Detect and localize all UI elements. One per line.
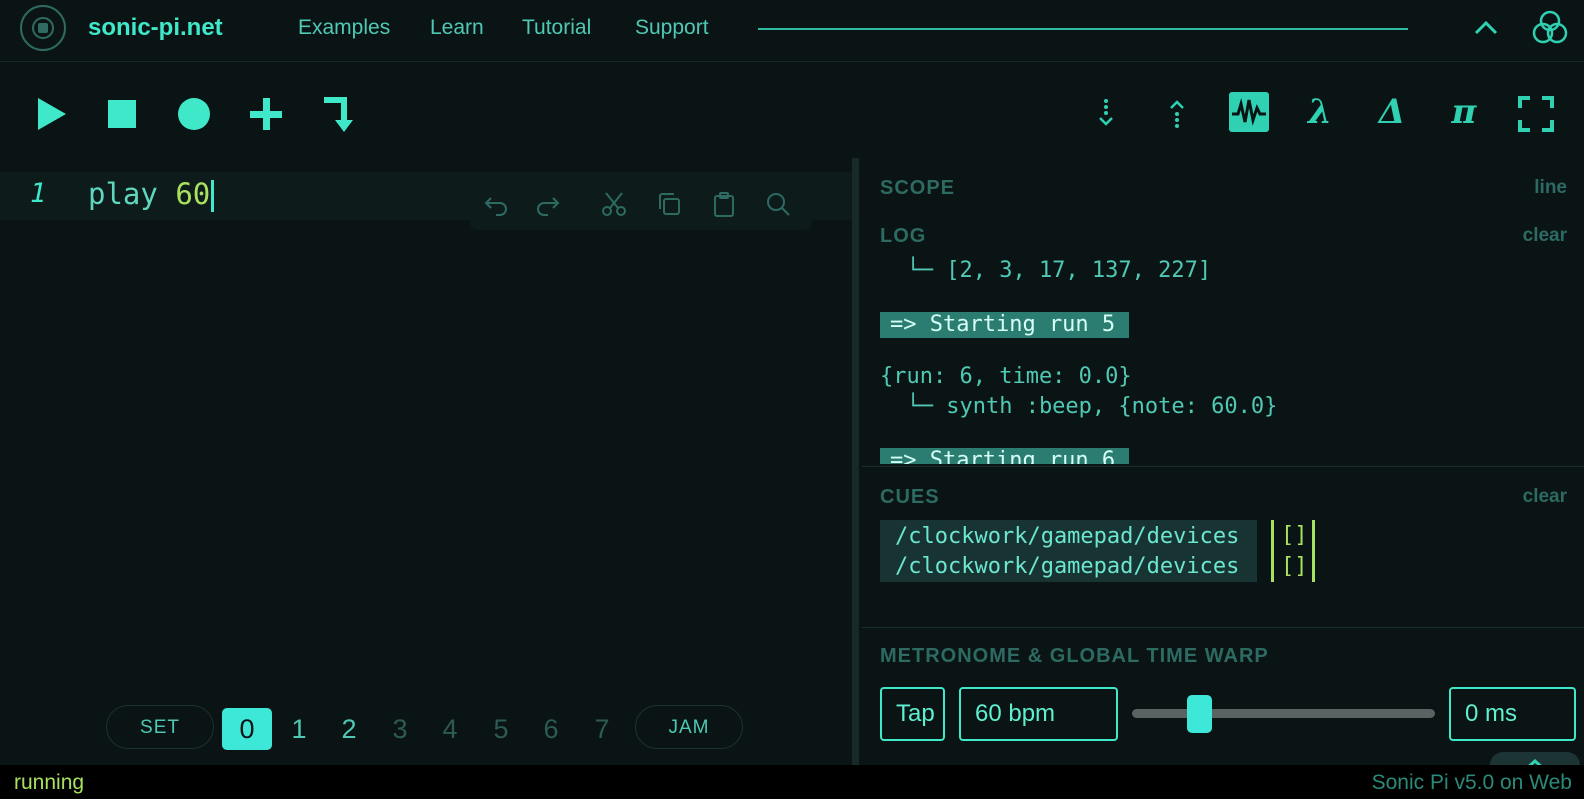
record-icon[interactable] xyxy=(172,92,216,136)
nav-link-tutorial[interactable]: Tutorial xyxy=(522,16,591,40)
time-warp-slider-thumb[interactable] xyxy=(1187,695,1212,733)
top-nav: sonic-pi.net Examples Learn Tutorial Sup… xyxy=(0,0,1584,62)
buffer-tab-1[interactable]: 1 xyxy=(274,708,324,750)
version-label: Sonic Pi v5.0 on Web xyxy=(1371,771,1572,794)
nav-link-learn[interactable]: Learn xyxy=(430,16,484,40)
pi-icon[interactable]: π xyxy=(1442,90,1486,134)
play-icon[interactable] xyxy=(30,92,74,136)
cue-path: /clockwork/gamepad/devices xyxy=(895,554,1240,579)
lambda-icon[interactable]: λ xyxy=(1298,90,1342,134)
dotted-down-icon[interactable] xyxy=(1084,92,1128,136)
bpm-input[interactable]: 60 bpm xyxy=(959,687,1118,741)
fullscreen-icon[interactable] xyxy=(1514,92,1558,136)
set-button[interactable]: SET xyxy=(106,705,214,749)
scope-icon[interactable] xyxy=(1227,90,1271,134)
code-keyword: play xyxy=(88,177,176,211)
search-icon[interactable] xyxy=(764,190,792,218)
text-cursor xyxy=(211,180,215,212)
editor-toolbar xyxy=(470,178,812,230)
run-banner: => Starting run 5 xyxy=(880,312,1129,338)
code-line[interactable]: play 60 xyxy=(88,177,215,212)
cue-value: [] xyxy=(1281,554,1308,579)
log-title: LOG xyxy=(880,225,927,247)
status-bar: running Sonic Pi v5.0 on Web xyxy=(0,765,1584,799)
code-number: 60 xyxy=(175,177,211,211)
return-icon[interactable] xyxy=(318,92,362,136)
scope-title: SCOPE xyxy=(880,177,956,199)
buffer-tab-2[interactable]: 2 xyxy=(324,708,374,750)
chevron-up-icon[interactable] xyxy=(1472,14,1500,42)
run-banner: => Starting run 6 xyxy=(880,448,1129,464)
buffer-tab-6[interactable]: 6 xyxy=(526,708,576,750)
sonic-pi-logo-icon[interactable] xyxy=(20,5,66,51)
cue-path: /clockwork/gamepad/devices xyxy=(895,524,1240,549)
cut-icon[interactable] xyxy=(600,190,628,218)
pane-separator xyxy=(862,627,1584,628)
redo-icon[interactable] xyxy=(534,190,562,218)
code-editor[interactable]: 1 play 60 xyxy=(0,158,852,765)
cues-clear-button[interactable]: clear xyxy=(1523,486,1567,508)
log-line: {run: 6, time: 0.0} xyxy=(880,364,1132,389)
nav-progress-line xyxy=(758,28,1408,30)
log-output: └─ [2, 3, 17, 137, 227] => Starting run … xyxy=(862,250,1584,464)
dotted-up-icon[interactable] xyxy=(1155,92,1199,136)
buffer-tab-4[interactable]: 4 xyxy=(425,708,475,750)
buffer-tab-5[interactable]: 5 xyxy=(476,708,526,750)
stop-icon[interactable] xyxy=(100,92,144,136)
copy-icon[interactable] xyxy=(655,190,683,218)
pane-divider[interactable] xyxy=(852,158,859,765)
circles-icon[interactable] xyxy=(1530,8,1570,48)
nav-link-support[interactable]: Support xyxy=(635,16,709,40)
add-icon[interactable] xyxy=(244,92,288,136)
tap-button[interactable]: Tap xyxy=(880,687,945,741)
scope-mode-toggle[interactable]: line xyxy=(1534,177,1567,199)
buffer-tab-7[interactable]: 7 xyxy=(577,708,627,750)
buffer-tab-3[interactable]: 3 xyxy=(375,708,425,750)
nav-link-examples[interactable]: Examples xyxy=(298,16,390,40)
cue-values: [] [] xyxy=(1271,520,1315,582)
metronome-title: METRONOME & GLOBAL TIME WARP xyxy=(880,645,1269,667)
line-number: 1 xyxy=(30,178,47,209)
log-line: └─ synth :beep, {note: 60.0} xyxy=(880,394,1278,419)
log-line: └─ [2, 3, 17, 137, 227] xyxy=(880,258,1212,283)
run-status: running xyxy=(14,771,85,794)
time-warp-input[interactable]: 0 ms xyxy=(1449,687,1576,741)
log-clear-button[interactable]: clear xyxy=(1523,225,1567,247)
delta-icon[interactable]: Δ xyxy=(1370,90,1414,134)
jam-button[interactable]: JAM xyxy=(635,705,743,749)
buffer-tab-0[interactable]: 0 xyxy=(222,708,272,750)
pane-separator xyxy=(862,466,1584,467)
cue-value: [] xyxy=(1281,523,1308,548)
undo-icon[interactable] xyxy=(482,190,510,218)
cues-title: CUES xyxy=(880,486,940,508)
paste-icon[interactable] xyxy=(710,190,738,218)
brand-link[interactable]: sonic-pi.net xyxy=(88,14,223,42)
time-warp-slider[interactable] xyxy=(1132,709,1435,718)
